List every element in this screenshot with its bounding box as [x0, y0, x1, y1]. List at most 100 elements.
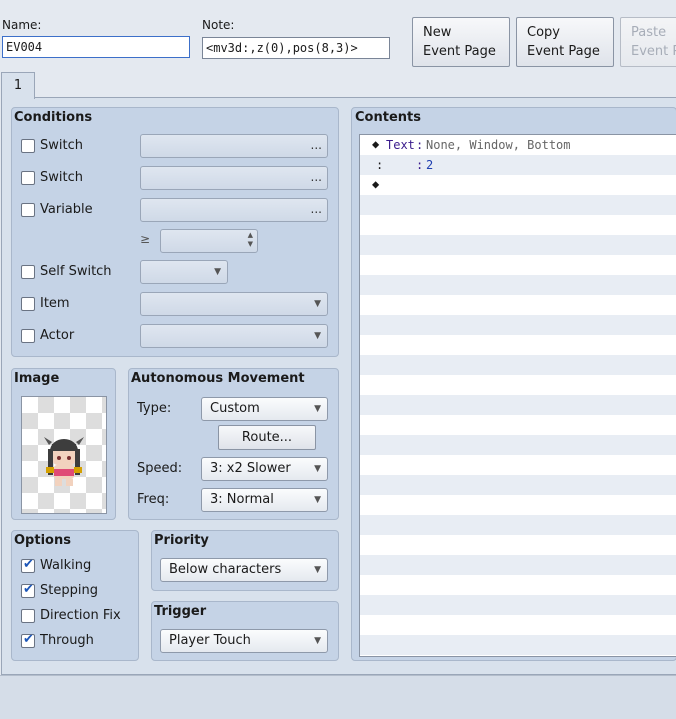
walking-label: Walking — [40, 558, 92, 573]
command-marker: : — [376, 158, 384, 172]
actor-select[interactable]: ▼ — [140, 324, 328, 348]
new-event-page-button[interactable]: New Event Page — [412, 17, 510, 67]
actor-chevron-down-icon: ▼ — [314, 331, 321, 341]
movement-freq-value: 3: Normal — [210, 492, 274, 507]
switch2-checkbox[interactable] — [21, 171, 35, 185]
actor-label: Actor — [40, 328, 75, 343]
route-button-label: Route... — [241, 430, 293, 445]
switch1-label: Switch — [40, 138, 83, 153]
new-event-page-label-1: New — [423, 25, 452, 40]
item-chevron-down-icon: ▼ — [314, 299, 321, 309]
tab-page-1-label: 1 — [13, 78, 23, 93]
new-event-page-label-2: Event Page — [423, 44, 496, 59]
command-row[interactable]: : : 2 — [360, 155, 676, 175]
trigger-chevron-down-icon: ▼ — [314, 636, 321, 646]
self-switch-checkbox[interactable] — [21, 265, 35, 279]
item-select[interactable]: ▼ — [140, 292, 328, 316]
trigger-title: Trigger — [154, 604, 207, 619]
trigger-panel: Trigger Player Touch ▼ — [151, 601, 339, 661]
command-row[interactable]: ◆ Text : None, Window, Bottom — [360, 135, 676, 155]
direction-fix-label: Direction Fix — [40, 608, 121, 623]
variable-more-icon: ... — [310, 202, 322, 216]
movement-speed-select[interactable]: 3: x2 Slower ▼ — [201, 457, 328, 481]
movement-type-select[interactable]: Custom ▼ — [201, 397, 328, 421]
options-title: Options — [14, 533, 71, 548]
command-params: 2 — [426, 158, 434, 172]
stepping-label: Stepping — [40, 583, 98, 598]
image-panel: Image — [11, 368, 116, 520]
route-button[interactable]: Route... — [218, 425, 316, 450]
note-input[interactable]: <mv3d:,z(0),pos(8,3)> — [202, 37, 390, 59]
name-value: EV004 — [6, 40, 43, 54]
self-switch-chevron-down-icon: ▼ — [214, 267, 221, 277]
freq-label: Freq: — [137, 492, 170, 507]
priority-value: Below characters — [169, 562, 282, 577]
note-value: <mv3d:,z(0),pos(8,3)> — [206, 41, 358, 55]
priority-panel: Priority Below characters ▼ — [151, 530, 339, 591]
priority-select[interactable]: Below characters ▼ — [160, 558, 328, 582]
spinner-arrows-icon: ▲ ▼ — [247, 231, 253, 248]
switch2-more-icon: ... — [310, 170, 322, 184]
self-switch-select[interactable]: ▼ — [140, 260, 228, 284]
copy-event-page-button[interactable]: Copy Event Page — [516, 17, 614, 67]
character-sprite-icon — [44, 437, 84, 486]
autonomous-movement-title: Autonomous Movement — [131, 371, 305, 386]
command-keyword: Text — [386, 138, 415, 152]
contents-title: Contents — [355, 110, 421, 125]
priority-chevron-down-icon: ▼ — [314, 565, 321, 575]
stepping-checkbox[interactable] — [21, 582, 35, 598]
movement-speed-value: 3: x2 Slower — [210, 461, 291, 476]
tab-page-1[interactable]: 1 — [1, 72, 35, 99]
command-marker: ◆ — [372, 137, 380, 151]
variable-checkbox[interactable] — [21, 203, 35, 217]
autonomous-movement-panel: Autonomous Movement Type: Custom ▼ Route.… — [128, 368, 339, 520]
note-label: Note: — [202, 18, 235, 32]
direction-fix-checkbox[interactable] — [21, 609, 35, 623]
item-checkbox[interactable] — [21, 297, 35, 311]
conditions-title: Conditions — [14, 110, 93, 125]
trigger-select[interactable]: Player Touch ▼ — [160, 629, 328, 653]
trigger-value: Player Touch — [169, 633, 251, 648]
priority-title: Priority — [154, 533, 209, 548]
movement-freq-chevron-down-icon: ▼ — [314, 495, 321, 505]
paste-event-page-label-1: Paste — [631, 25, 667, 40]
variable-label: Variable — [40, 202, 93, 217]
switch2-label: Switch — [40, 170, 83, 185]
switch2-field[interactable]: ... — [140, 166, 328, 190]
paste-event-page-label-2: Event Page — [631, 44, 676, 59]
variable-field[interactable]: ... — [140, 198, 328, 222]
switch1-checkbox[interactable] — [21, 139, 35, 153]
walking-checkbox[interactable] — [21, 557, 35, 573]
movement-freq-select[interactable]: 3: Normal ▼ — [201, 488, 328, 512]
command-params: None, Window, Bottom — [426, 138, 571, 152]
movement-type-value: Custom — [210, 401, 260, 416]
gte-icon: ≥ — [140, 232, 151, 246]
self-switch-label: Self Switch — [40, 264, 112, 279]
speed-label: Speed: — [137, 461, 183, 476]
variable-value-spinner[interactable]: ▲ ▼ — [160, 229, 258, 253]
command-row[interactable]: ◆ — [360, 175, 676, 195]
copy-event-page-label-2: Event Page — [527, 44, 600, 59]
event-command-list[interactable]: ◆ Text : None, Window, Bottom : : 2 ◆ — [359, 134, 676, 657]
switch1-field[interactable]: ... — [140, 134, 328, 158]
command-separator: : — [416, 138, 424, 152]
through-label: Through — [40, 633, 94, 648]
item-label: Item — [40, 296, 70, 311]
event-image-preview[interactable] — [21, 396, 107, 514]
contents-panel: Contents ◆ Text : None, Window, Bottom :… — [351, 107, 676, 661]
command-marker: ◆ — [372, 177, 380, 191]
options-panel: Options Walking Stepping Direction Fix T… — [11, 530, 139, 661]
actor-checkbox[interactable] — [21, 329, 35, 343]
paste-event-page-button[interactable]: Paste Event Page — [620, 17, 676, 67]
conditions-panel: Conditions Switch ... Switch ... Variabl… — [11, 107, 339, 357]
switch1-more-icon: ... — [310, 138, 322, 152]
dialog-footer — [0, 675, 676, 719]
name-label: Name: — [2, 18, 42, 32]
movement-speed-chevron-down-icon: ▼ — [314, 464, 321, 474]
movement-type-chevron-down-icon: ▼ — [314, 404, 321, 414]
through-checkbox[interactable] — [21, 632, 35, 648]
copy-event-page-label-1: Copy — [527, 25, 560, 40]
name-input[interactable]: EV004 — [2, 36, 190, 58]
type-label: Type: — [137, 401, 172, 416]
image-title: Image — [14, 371, 60, 386]
